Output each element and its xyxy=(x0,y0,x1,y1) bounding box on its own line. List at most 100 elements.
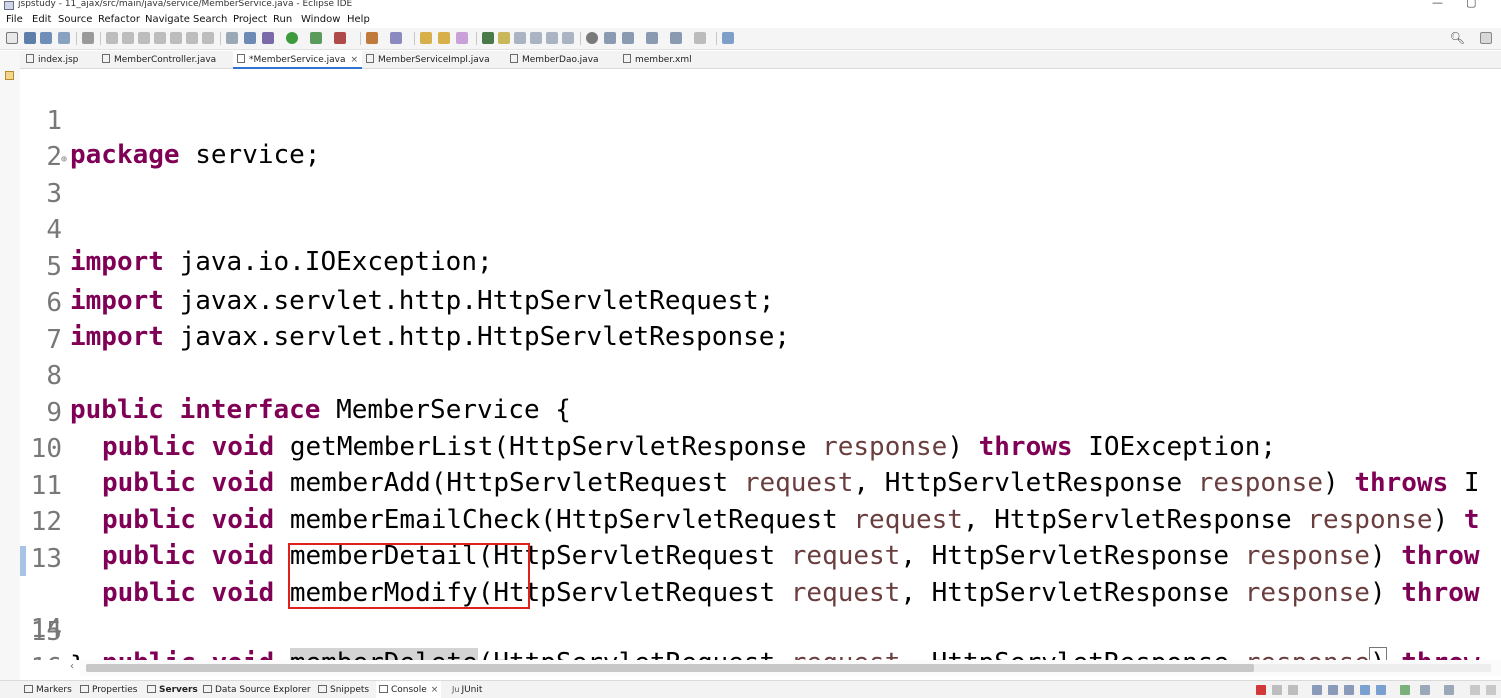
bottom-view-tab-bar: Markers Properties Servers Data Source E… xyxy=(0,680,1501,698)
data-source-icon xyxy=(203,685,212,693)
terminate-icon[interactable] xyxy=(1256,685,1266,695)
open-folder-icon[interactable] xyxy=(420,32,432,44)
coverage-icon[interactable] xyxy=(310,32,322,44)
code-line: 2 xyxy=(20,106,1501,172)
toggle-block-icon[interactable] xyxy=(226,32,238,44)
tab-member-service[interactable]: *MemberService.java × xyxy=(233,51,363,69)
new-class-icon[interactable] xyxy=(390,32,402,44)
step-return-icon[interactable] xyxy=(202,32,214,44)
horizontal-scrollbar[interactable]: ‹ xyxy=(70,660,1501,676)
new-server-icon[interactable] xyxy=(366,32,378,44)
minimize-button[interactable]: — xyxy=(1432,0,1443,9)
terminate-icon[interactable] xyxy=(138,32,150,44)
new-file-icon[interactable] xyxy=(6,32,18,44)
perspective-icon[interactable] xyxy=(1480,32,1492,44)
tab-properties[interactable]: Properties xyxy=(80,681,137,698)
step-over-icon[interactable] xyxy=(186,32,198,44)
save-all-icon[interactable] xyxy=(40,32,52,44)
scroll-left-arrow-icon[interactable]: ‹ xyxy=(70,661,74,672)
debug-icon[interactable] xyxy=(262,32,274,44)
tab-member-dao[interactable]: MemberDao.java xyxy=(510,51,599,69)
menu-bar: File Edit Source Refactor Navigate Searc… xyxy=(0,12,1501,28)
fold-expand-icon[interactable]: ⊕ xyxy=(61,143,67,177)
last-edit-icon[interactable] xyxy=(646,32,658,44)
tab-label: Properties xyxy=(92,685,138,695)
menu-run[interactable]: Run xyxy=(273,13,292,27)
tab-member-controller[interactable]: MemberController.java xyxy=(102,51,216,69)
tab-label: MemberDao.java xyxy=(522,55,599,65)
remove-all-icon[interactable] xyxy=(1288,685,1298,695)
open-console-icon[interactable] xyxy=(1444,685,1454,695)
step-into-icon[interactable] xyxy=(170,32,182,44)
tab-servers[interactable]: Servers xyxy=(147,681,198,698)
skip-breakpoints-icon[interactable] xyxy=(82,32,94,44)
forward-icon[interactable] xyxy=(694,32,706,44)
pilcrow-icon[interactable] xyxy=(562,32,574,44)
close-icon[interactable]: × xyxy=(351,55,359,65)
toolbar-separator xyxy=(360,32,361,45)
menu-file[interactable]: File xyxy=(6,13,23,27)
highlight-icon[interactable] xyxy=(498,32,510,44)
scroll-lock-icon[interactable] xyxy=(1328,685,1338,695)
print-icon[interactable] xyxy=(58,32,70,44)
tab-member-xml[interactable]: member.xml xyxy=(623,51,692,69)
menu-refactor[interactable]: Refactor xyxy=(98,13,140,27)
tab-member-service-impl[interactable]: MemberServiceImpl.java xyxy=(366,51,490,69)
save-icon[interactable] xyxy=(24,32,36,44)
tab-label: Markers xyxy=(36,685,72,695)
menu-edit[interactable]: Edit xyxy=(32,13,51,27)
menu-search[interactable]: Search xyxy=(193,13,227,27)
disconnect-icon[interactable] xyxy=(154,32,166,44)
menu-source[interactable]: Source xyxy=(58,13,92,27)
resume-icon[interactable] xyxy=(106,32,118,44)
minimize-view-icon[interactable] xyxy=(1470,685,1480,695)
package-explorer-icon[interactable] xyxy=(5,71,14,80)
servers-icon xyxy=(147,685,156,693)
xml-file-icon xyxy=(623,54,631,63)
block-selection-icon[interactable] xyxy=(546,32,558,44)
junit-icon: Ju xyxy=(452,685,460,694)
maximize-view-icon[interactable] xyxy=(1486,685,1496,695)
window-title-bar: jspstudy - 11_ajax/src/main/java/service… xyxy=(0,0,1501,12)
menu-navigate[interactable]: Navigate xyxy=(145,13,190,27)
tab-data-source-explorer[interactable]: Data Source Explorer xyxy=(203,681,311,698)
word-wrap-icon[interactable] xyxy=(1344,685,1354,695)
maximize-button[interactable]: ▢ xyxy=(1466,0,1476,9)
run-icon[interactable] xyxy=(286,32,298,44)
external-tools-icon[interactable] xyxy=(334,32,346,44)
scroll-thumb[interactable] xyxy=(86,664,1254,672)
close-icon[interactable]: × xyxy=(431,685,439,695)
editor-tab-bar: index.jsp MemberController.java *MemberS… xyxy=(20,51,1501,69)
open-perspective-icon[interactable] xyxy=(722,32,734,44)
menu-help[interactable]: Help xyxy=(347,13,370,27)
menu-window[interactable]: Window xyxy=(301,13,340,27)
pin-console-icon[interactable] xyxy=(1400,685,1410,695)
back-icon[interactable] xyxy=(670,32,682,44)
suspend-icon[interactable] xyxy=(122,32,134,44)
open-project-icon[interactable] xyxy=(438,32,450,44)
show-whitespace-icon[interactable] xyxy=(244,32,256,44)
pin-icon[interactable] xyxy=(482,32,494,44)
tab-console[interactable]: Console × xyxy=(376,681,442,698)
display-console-icon[interactable] xyxy=(1420,685,1430,695)
tab-junit[interactable]: Ju JUnit xyxy=(452,681,482,698)
next-annotation-icon[interactable] xyxy=(604,32,616,44)
tab-index-jsp[interactable]: index.jsp xyxy=(26,51,78,69)
show-on-output-icon[interactable] xyxy=(1360,685,1370,695)
search-icon[interactable]: 🔍︎ xyxy=(1450,31,1465,45)
word-wrap-icon[interactable] xyxy=(530,32,542,44)
java-file-icon xyxy=(102,54,110,63)
pen-icon[interactable] xyxy=(456,32,468,44)
tab-snippets[interactable]: Snippets xyxy=(318,681,369,698)
toggle-breadcrumb-icon[interactable] xyxy=(514,32,526,44)
show-on-error-icon[interactable] xyxy=(1376,685,1386,695)
code-editor[interactable]: 1 package service; 2 3 ⊕ import java.io.… xyxy=(20,70,1501,660)
annotation-icon[interactable] xyxy=(586,32,598,44)
tab-markers[interactable]: Markers xyxy=(24,681,72,698)
tab-label: JUnit xyxy=(461,685,483,695)
previous-annotation-icon[interactable] xyxy=(622,32,634,44)
remove-launch-icon[interactable] xyxy=(1272,685,1282,695)
clear-console-icon[interactable] xyxy=(1312,685,1322,695)
line-number: 16 xyxy=(20,651,62,660)
menu-project[interactable]: Project xyxy=(233,13,267,27)
